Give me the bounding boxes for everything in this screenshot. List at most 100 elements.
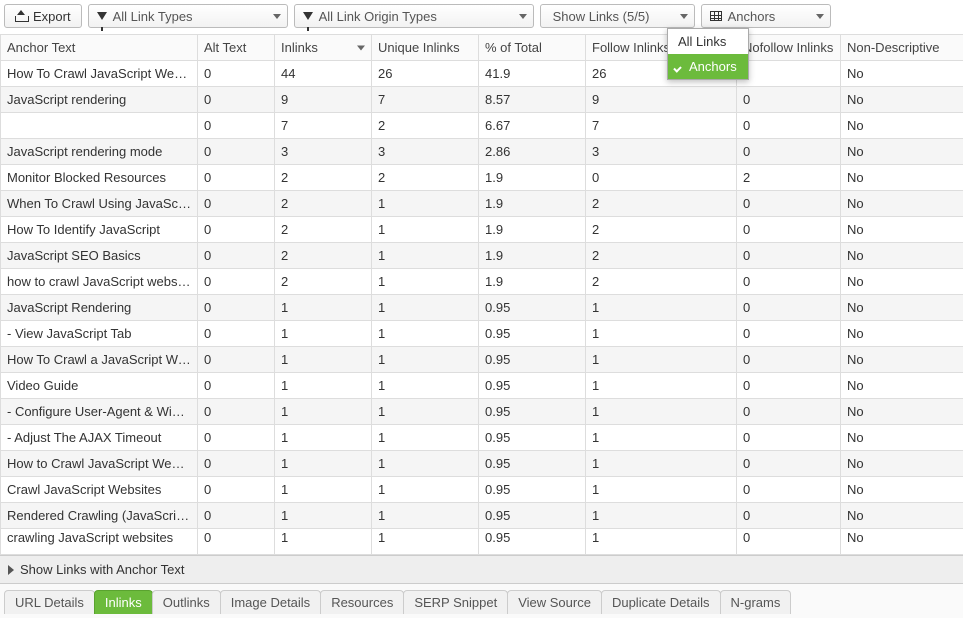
table-row[interactable]: how to crawl JavaScript websites0211.920… [1, 269, 963, 295]
cell-pct: 8.57 [479, 87, 586, 113]
cell-unique: 2 [372, 113, 479, 139]
table-row[interactable]: JavaScript rendering mode0332.8630No [1, 139, 963, 165]
cell-pct: 1.9 [479, 191, 586, 217]
cell-nd: No [841, 217, 963, 243]
cell-anchor: How to Crawl JavaScript Websites [1, 451, 198, 477]
cell-unique: 1 [372, 217, 479, 243]
cell-alt: 0 [198, 139, 275, 165]
tab-resources[interactable]: Resources [320, 590, 404, 614]
check-icon [674, 62, 684, 72]
filter-link-types[interactable]: All Link Types [88, 4, 288, 28]
cell-nofollow [737, 61, 841, 87]
dropdown-item-anchors[interactable]: Anchors [668, 54, 748, 79]
cell-anchor: JavaScript Rendering [1, 295, 198, 321]
cell-nd: No [841, 87, 963, 113]
cell-nofollow: 0 [737, 87, 841, 113]
cell-anchor: How To Crawl JavaScript Websites [1, 61, 198, 87]
cell-alt: 0 [198, 61, 275, 87]
filter-origin-types-label: All Link Origin Types [319, 9, 437, 24]
table-row[interactable]: Crawl JavaScript Websites0110.9510No [1, 477, 963, 503]
cell-nofollow: 0 [737, 529, 841, 555]
cell-nofollow: 0 [737, 113, 841, 139]
cell-inlinks: 44 [275, 61, 372, 87]
toolbar: Export All Link Types All Link Origin Ty… [0, 0, 963, 34]
cell-nd: No [841, 113, 963, 139]
table-row[interactable]: crawling JavaScript websites0110.9510No [1, 529, 963, 555]
col-anchor-text[interactable]: Anchor Text [1, 35, 198, 61]
table-row[interactable]: Monitor Blocked Resources0221.902No [1, 165, 963, 191]
cell-unique: 1 [372, 269, 479, 295]
cell-unique: 1 [372, 243, 479, 269]
cell-unique: 1 [372, 321, 479, 347]
cell-alt: 0 [198, 87, 275, 113]
cell-nd: No [841, 191, 963, 217]
cell-inlinks: 9 [275, 87, 372, 113]
cell-nofollow: 2 [737, 165, 841, 191]
show-links[interactable]: Show Links (5/5) [540, 4, 695, 28]
tab-image-details[interactable]: Image Details [220, 590, 321, 614]
table-row[interactable]: How To Identify JavaScript0211.920No [1, 217, 963, 243]
show-links-toggle[interactable]: Show Links with Anchor Text [0, 555, 963, 583]
col-nofollow-inlinks[interactable]: Nofollow Inlinks [737, 35, 841, 61]
tab-n-grams[interactable]: N-grams [720, 590, 792, 614]
filter-link-types-label: All Link Types [113, 9, 193, 24]
export-icon [15, 10, 27, 22]
cell-unique: 1 [372, 477, 479, 503]
cell-nd: No [841, 399, 963, 425]
tab-url-details[interactable]: URL Details [4, 590, 95, 614]
cell-unique: 1 [372, 425, 479, 451]
cell-pct: 41.9 [479, 61, 586, 87]
table-row[interactable]: JavaScript rendering0978.5790No [1, 87, 963, 113]
tab-duplicate-details[interactable]: Duplicate Details [601, 590, 721, 614]
col-unique-inlinks[interactable]: Unique Inlinks [372, 35, 479, 61]
table-row[interactable]: - View JavaScript Tab0110.9510No [1, 321, 963, 347]
cell-alt: 0 [198, 425, 275, 451]
table-row[interactable]: JavaScript SEO Basics0211.920No [1, 243, 963, 269]
table-row[interactable]: 0726.6770No [1, 113, 963, 139]
col-pct-total[interactable]: % of Total [479, 35, 586, 61]
cell-alt: 0 [198, 165, 275, 191]
tab-view-source[interactable]: View Source [507, 590, 602, 614]
export-button[interactable]: Export [4, 4, 82, 28]
cell-nd: No [841, 269, 963, 295]
filter-icon [303, 12, 313, 20]
table-row[interactable]: Video Guide0110.9510No [1, 373, 963, 399]
col-alt-text[interactable]: Alt Text [198, 35, 275, 61]
cell-nd: No [841, 529, 963, 555]
chevron-down-icon [519, 14, 527, 19]
cell-alt: 0 [198, 321, 275, 347]
table-row[interactable]: How To Crawl a JavaScript Websi...0110.9… [1, 347, 963, 373]
tab-outlinks[interactable]: Outlinks [152, 590, 221, 614]
tab-serp-snippet[interactable]: SERP Snippet [403, 590, 508, 614]
cell-nofollow: 0 [737, 399, 841, 425]
table-row[interactable]: - Adjust The AJAX Timeout0110.9510No [1, 425, 963, 451]
cell-unique: 1 [372, 529, 479, 555]
cell-pct: 0.95 [479, 373, 586, 399]
cell-inlinks: 2 [275, 243, 372, 269]
tab-inlinks[interactable]: Inlinks [94, 590, 153, 614]
col-non-descriptive[interactable]: Non-Descriptive [841, 35, 963, 61]
anchors-dropdown[interactable]: Anchors [701, 4, 831, 28]
cell-follow: 1 [586, 295, 737, 321]
cell-nd: No [841, 165, 963, 191]
cell-nd: No [841, 477, 963, 503]
filter-origin-types[interactable]: All Link Origin Types [294, 4, 534, 28]
table-row[interactable]: When To Crawl Using JavaScript0211.920No [1, 191, 963, 217]
table-row[interactable]: How to Crawl JavaScript Websites0110.951… [1, 451, 963, 477]
table-row[interactable]: - Configure User-Agent & Window ...0110.… [1, 399, 963, 425]
cell-follow: 1 [586, 477, 737, 503]
dropdown-item-all-links[interactable]: All Links [668, 29, 748, 54]
table-row[interactable]: JavaScript Rendering0110.9510No [1, 295, 963, 321]
table-row[interactable]: Rendered Crawling (JavaScript)0110.9510N… [1, 503, 963, 529]
cell-unique: 1 [372, 451, 479, 477]
cell-nofollow: 0 [737, 503, 841, 529]
cell-alt: 0 [198, 347, 275, 373]
table-row[interactable]: How To Crawl JavaScript Websites0442641.… [1, 61, 963, 87]
cell-unique: 1 [372, 503, 479, 529]
cell-pct: 1.9 [479, 269, 586, 295]
col-inlinks[interactable]: Inlinks [275, 35, 372, 61]
cell-nofollow: 0 [737, 425, 841, 451]
cell-follow: 1 [586, 399, 737, 425]
cell-nd: No [841, 61, 963, 87]
cell-inlinks: 1 [275, 529, 372, 555]
